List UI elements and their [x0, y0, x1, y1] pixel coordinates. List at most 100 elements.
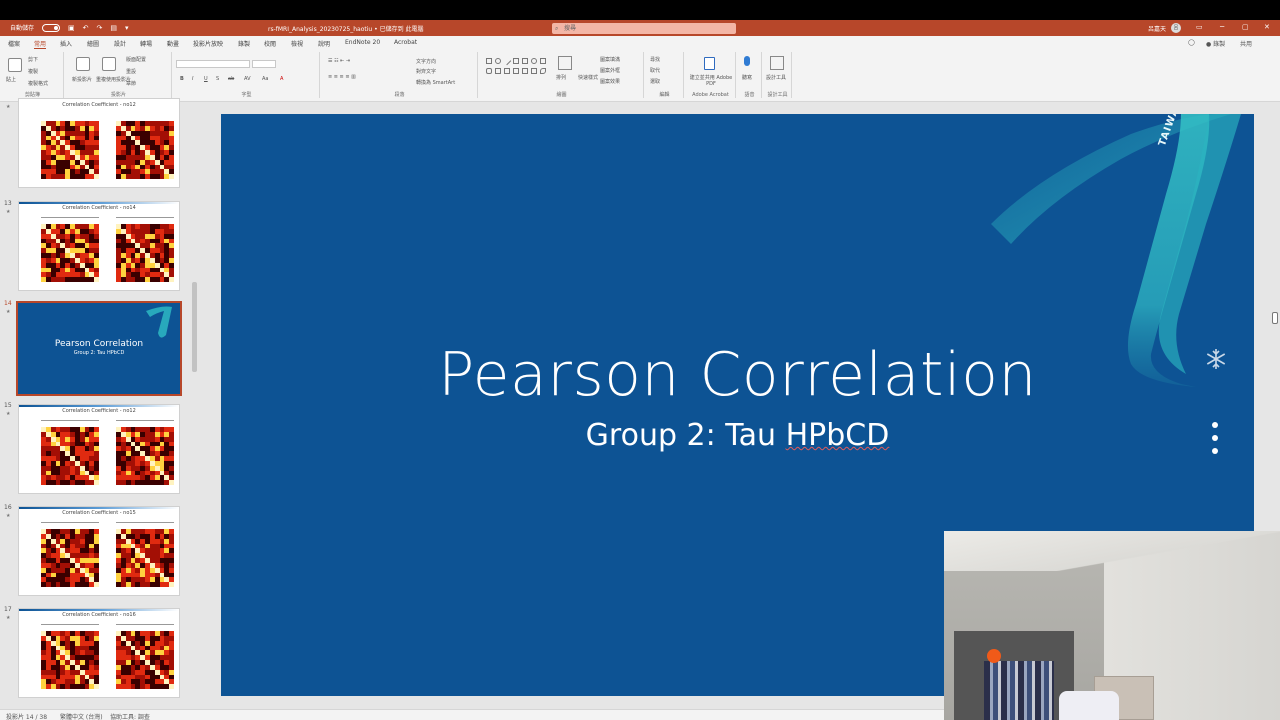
format-painter-button[interactable]: 複製格式 — [28, 80, 48, 87]
layout-button[interactable]: 版面配置 — [126, 56, 146, 63]
slide-thumbnail-16[interactable]: Correlation Coefficient - no15 — [18, 506, 180, 596]
shape-effects-button[interactable]: 圖案效果 — [600, 78, 620, 85]
align-icon[interactable]: ≡ ≡ ≡ ≡ ▥ — [328, 74, 356, 80]
shape-line-icon[interactable] — [502, 56, 512, 66]
copy-button[interactable]: 複製 — [28, 68, 38, 75]
shape-fill-button[interactable]: 圖案填滿 — [600, 56, 620, 63]
user-name[interactable]: 呂嘉天 — [1148, 24, 1166, 33]
cut-button[interactable]: 剪下 — [28, 56, 38, 63]
replace-button[interactable]: 取代 — [650, 67, 660, 74]
slide-thumbnail-pane[interactable]: ★ Correlation Coefficient - no12 13 ★ Co… — [0, 98, 200, 709]
tab-review[interactable]: 校閱 — [264, 39, 276, 48]
new-slide-icon[interactable] — [76, 57, 90, 71]
tab-draw[interactable]: 繪圖 — [87, 39, 99, 48]
tab-file[interactable]: 檔案 — [8, 39, 20, 48]
reuse-slides-icon[interactable] — [102, 57, 116, 71]
shadow-button[interactable]: S — [216, 76, 219, 82]
save-icon[interactable]: ▣ — [68, 24, 75, 32]
microphone-icon[interactable] — [744, 56, 750, 66]
customize-qat-icon[interactable]: ▾ — [125, 24, 129, 32]
shape-triangle-icon[interactable] — [522, 58, 528, 64]
slide-thumbnail-17[interactable]: Correlation Coefficient - no16 — [18, 608, 180, 698]
minimize-button[interactable]: ─ — [1220, 23, 1224, 31]
slide-thumbnail-13[interactable]: Correlation Coefficient - no14 — [18, 201, 180, 291]
quick-styles-button[interactable]: 快速樣式 — [578, 74, 598, 81]
restore-button[interactable]: ▢ — [1242, 23, 1249, 31]
thumbnail-scrollbar[interactable] — [191, 102, 199, 709]
shapes-gallery[interactable] — [486, 56, 548, 87]
comments-icon[interactable]: ◯ — [1188, 39, 1195, 46]
tab-record[interactable]: 錄製 — [238, 39, 250, 48]
text-direction-button[interactable]: 文字方向 — [416, 58, 436, 65]
shape-hexagon-icon[interactable] — [495, 68, 501, 74]
avatar[interactable]: 呂 — [1171, 23, 1181, 33]
shape-outline-button[interactable]: 圖案外框 — [600, 67, 620, 74]
create-pdf-button[interactable]: 建立並共用 Adobe PDF — [688, 74, 734, 87]
designer-icon[interactable] — [770, 56, 784, 70]
slide-thumbnail-15[interactable]: Correlation Coefficient - no12 — [18, 404, 180, 494]
share-button[interactable]: 共用 — [1240, 39, 1252, 48]
slide-scrollbar-thumb[interactable] — [1272, 312, 1278, 324]
font-size-dropdown[interactable] — [252, 60, 276, 68]
shape-curve-icon[interactable] — [540, 68, 546, 74]
accessibility-status[interactable]: 協助工具: 調查 — [110, 712, 150, 720]
strikethrough-button[interactable]: ab — [228, 76, 234, 82]
shape-block-arrow-icon[interactable] — [531, 68, 537, 74]
dictate-button[interactable]: 聽寫 — [742, 74, 752, 81]
new-slide-button[interactable]: 新投影片 — [72, 76, 92, 83]
convert-smartart-button[interactable]: 轉換為 SmartArt — [416, 79, 455, 86]
shape-circle-icon[interactable] — [531, 58, 537, 64]
character-spacing-button[interactable]: AV — [244, 76, 251, 82]
shape-callout-icon[interactable] — [513, 68, 519, 74]
underline-button[interactable]: U — [204, 76, 208, 82]
tab-slideshow[interactable]: 投影片放映 — [193, 39, 223, 48]
tab-endnote[interactable]: EndNote 20 — [345, 39, 380, 46]
align-text-button[interactable]: 對齊文字 — [416, 68, 436, 75]
tab-insert[interactable]: 插入 — [60, 39, 72, 48]
shape-rectangle-icon[interactable] — [486, 58, 492, 64]
slide-subtitle[interactable]: Group 2: Tau HPbCD — [221, 418, 1254, 453]
shape-brace-icon[interactable] — [504, 68, 510, 74]
paste-button[interactable]: 貼上 — [6, 76, 16, 83]
thumbnail-scrollbar-thumb[interactable] — [192, 282, 197, 372]
record-button[interactable]: ● 錄製 — [1206, 39, 1225, 48]
italic-button[interactable]: I — [192, 76, 193, 82]
start-presentation-icon[interactable]: ▤ — [110, 24, 117, 32]
change-case-button[interactable]: Aa — [262, 76, 268, 82]
ribbon-display-icon[interactable]: ▭ — [1196, 23, 1203, 31]
undo-icon[interactable]: ↶ — [83, 24, 89, 32]
tab-acrobat[interactable]: Acrobat — [394, 39, 417, 46]
close-button[interactable]: ✕ — [1264, 23, 1270, 31]
autosave-toggle[interactable] — [42, 23, 61, 32]
tab-home[interactable]: 常用 — [34, 39, 47, 49]
shape-arrow-icon[interactable] — [513, 58, 519, 64]
font-name-dropdown[interactable] — [176, 60, 250, 68]
tab-transitions[interactable]: 轉場 — [140, 39, 152, 48]
tab-design[interactable]: 設計 — [114, 39, 126, 48]
slide-thumbnail-12[interactable]: Correlation Coefficient - no12 — [18, 98, 180, 188]
arrange-button[interactable]: 排列 — [556, 74, 566, 81]
shape-rounded-icon[interactable] — [486, 68, 492, 74]
shape-star-icon[interactable] — [522, 68, 528, 74]
tab-view[interactable]: 檢視 — [291, 39, 303, 48]
designer-button[interactable]: 設計工具 — [766, 74, 786, 81]
select-button[interactable]: 選取 — [650, 78, 660, 85]
search-box[interactable]: ⌕ 搜尋 — [552, 23, 736, 34]
tab-help[interactable]: 說明 — [318, 39, 330, 48]
find-button[interactable]: 尋找 — [650, 56, 660, 63]
bold-button[interactable]: B — [180, 76, 184, 82]
language-indicator[interactable]: 繁體中文 (台灣) — [60, 712, 103, 720]
tab-animations[interactable]: 動畫 — [167, 39, 179, 48]
bullets-icon[interactable]: ☰ ☷ ⇤ ⇥ — [328, 58, 350, 64]
shape-oval-icon[interactable] — [495, 58, 501, 64]
reset-button[interactable]: 重設 — [126, 68, 136, 75]
arrange-icon[interactable] — [558, 56, 572, 70]
paste-icon[interactable] — [8, 58, 22, 72]
slide-thumbnail-14[interactable]: Pearson Correlation Group 2: Tau HPbCD — [16, 301, 182, 396]
font-color-button[interactable]: A — [280, 76, 283, 82]
section-button[interactable]: 章節 — [126, 80, 136, 87]
shape-square-icon[interactable] — [540, 58, 546, 64]
slide-title[interactable]: Pearson Correlation — [221, 340, 1254, 410]
redo-icon[interactable]: ↷ — [97, 24, 103, 32]
pdf-icon[interactable] — [704, 57, 715, 70]
